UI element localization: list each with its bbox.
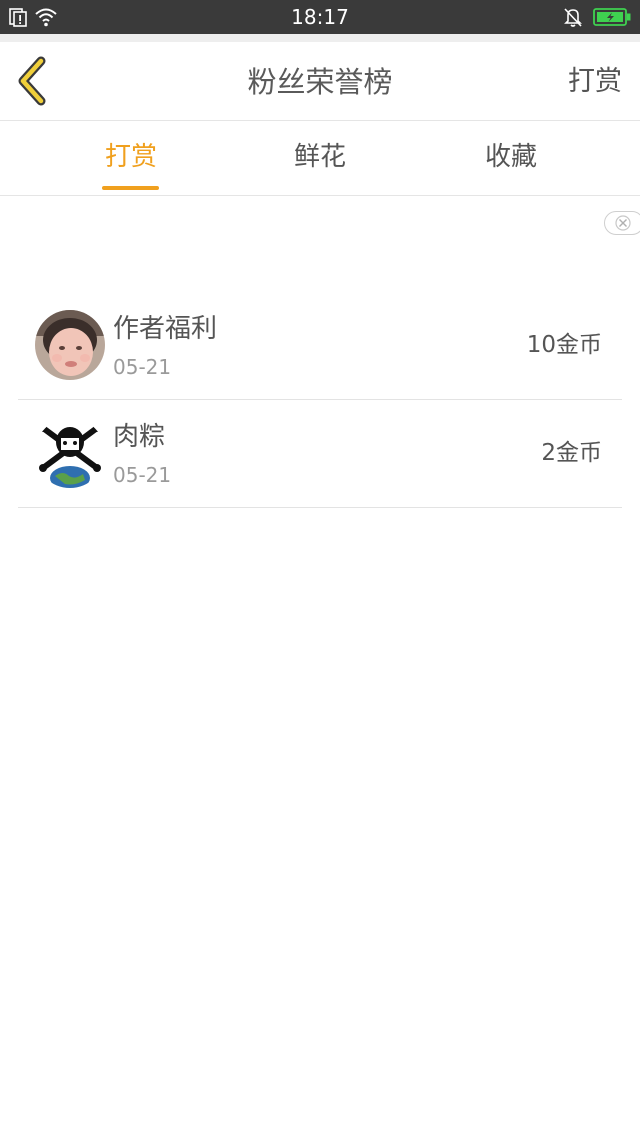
close-icon bbox=[615, 215, 631, 231]
fan-name: 肉粽 bbox=[113, 422, 166, 452]
list-item[interactable]: 作者福利 05-21 10金币 bbox=[18, 292, 622, 400]
fan-amount: 10金币 bbox=[526, 332, 602, 358]
tab-bar: 打赏 鲜花 收藏 bbox=[0, 121, 640, 196]
close-button[interactable] bbox=[604, 211, 640, 235]
status-bar: 18:17 bbox=[0, 0, 640, 34]
child-photo-avatar bbox=[35, 310, 105, 380]
fan-list: 作者福利 05-21 10金币 肉粽 05-21 2金币 bbox=[18, 292, 622, 508]
avatar bbox=[35, 418, 105, 488]
fan-amount: 2金币 bbox=[541, 440, 602, 466]
skull-globe-avatar bbox=[35, 418, 105, 488]
status-time: 18:17 bbox=[291, 5, 349, 29]
fan-date: 05-21 bbox=[113, 355, 172, 379]
fan-name: 作者福利 bbox=[113, 314, 218, 344]
status-gap bbox=[0, 34, 640, 42]
tab-favorites[interactable]: 收藏 bbox=[446, 139, 576, 175]
active-tab-indicator bbox=[102, 186, 159, 190]
fan-date: 05-21 bbox=[113, 463, 172, 487]
page-title: 粉丝荣誉榜 bbox=[247, 65, 393, 99]
tab-reward[interactable]: 打赏 bbox=[66, 139, 196, 175]
tab-flowers[interactable]: 鲜花 bbox=[255, 139, 385, 175]
bell-off-icon bbox=[564, 8, 582, 27]
header: 粉丝荣誉榜 打赏 bbox=[0, 42, 640, 121]
battery-charging-icon bbox=[593, 8, 631, 26]
list-item[interactable]: 肉粽 05-21 2金币 bbox=[18, 400, 622, 508]
avatar bbox=[35, 310, 105, 380]
reward-button[interactable]: 打赏 bbox=[568, 64, 622, 100]
